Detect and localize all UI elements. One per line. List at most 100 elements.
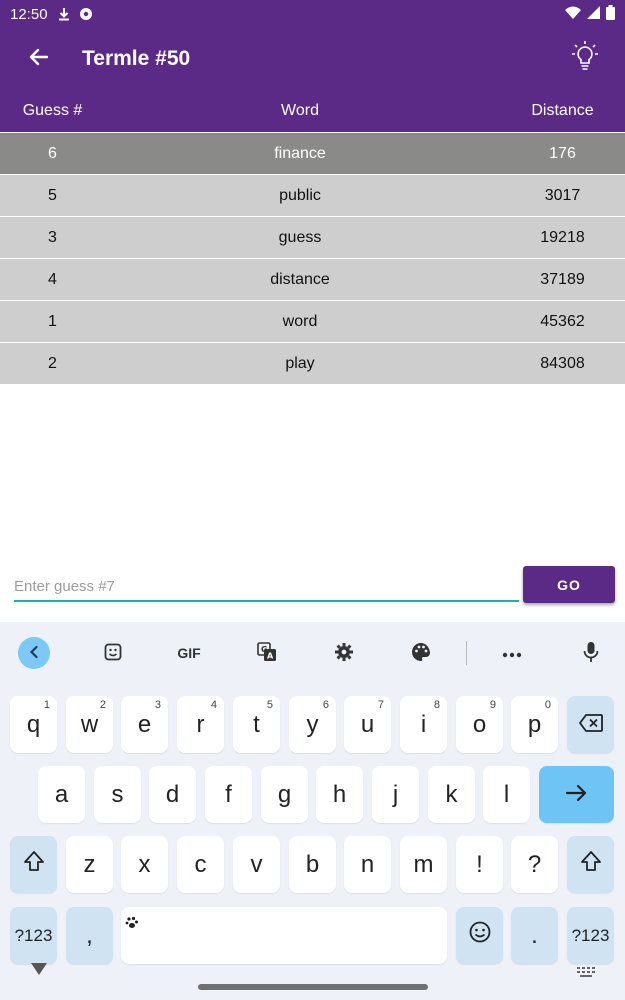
guess-number: 5 — [48, 186, 57, 204]
key-question[interactable]: ? — [511, 836, 558, 893]
svg-text:A: A — [267, 651, 274, 660]
key-number: 7 — [377, 699, 384, 711]
battery-icon — [606, 4, 615, 24]
key-j[interactable]: j — [372, 766, 419, 823]
guess-input[interactable] — [14, 572, 519, 600]
guess-distance: 84308 — [540, 354, 585, 372]
key-w[interactable]: w2 — [66, 696, 113, 753]
guess-word: play — [285, 354, 315, 372]
gesture-nav-handle[interactable] — [198, 984, 428, 990]
lightbulb-icon — [572, 40, 598, 78]
key-f[interactable]: f — [205, 766, 252, 823]
key-letter: p — [527, 710, 542, 738]
gear-icon — [334, 642, 354, 665]
key-letter: q — [26, 710, 41, 738]
guess-distance: 45362 — [540, 312, 585, 330]
key-i[interactable]: i8 — [400, 696, 447, 753]
status-bar: 12:50 — [0, 0, 625, 28]
guess-number: 2 — [48, 354, 57, 372]
arrow-right-icon — [565, 781, 589, 809]
key-s[interactable]: s — [94, 766, 141, 823]
go-button[interactable]: GO — [523, 566, 615, 603]
status-right-icons — [565, 4, 615, 24]
symbols-key-right[interactable]: ?123 — [567, 907, 614, 964]
key-number: 3 — [154, 699, 161, 711]
header-word: Word — [281, 102, 319, 119]
hint-button[interactable] — [567, 39, 603, 79]
guess-word: public — [279, 186, 321, 204]
collapse-toolbar-button[interactable] — [18, 637, 50, 669]
sticker-icon — [104, 643, 122, 664]
gif-button[interactable]: GIF — [171, 636, 207, 670]
signal-icon — [587, 5, 600, 23]
sticker-button[interactable] — [95, 636, 131, 670]
keyboard-hide-icon[interactable] — [30, 962, 48, 981]
key-t[interactable]: t5 — [233, 696, 280, 753]
table-row: 1 word 45362 — [0, 300, 625, 342]
key-c[interactable]: c — [177, 836, 224, 893]
table-row: 4 distance 37189 — [0, 258, 625, 300]
guess-word: word — [282, 312, 318, 330]
voice-input-button[interactable] — [573, 636, 609, 670]
more-button[interactable] — [494, 636, 530, 670]
key-letter: i — [420, 710, 427, 738]
header-distance: Distance — [531, 102, 594, 119]
back-button[interactable] — [18, 39, 58, 79]
table-header: Guess # Word Distance — [0, 90, 625, 132]
key-g[interactable]: g — [261, 766, 308, 823]
paw-icon — [125, 909, 139, 937]
key-number: 0 — [544, 699, 551, 711]
backspace-key[interactable] — [567, 696, 614, 753]
key-letter: r — [196, 710, 205, 738]
key-d[interactable]: d — [149, 766, 196, 823]
shift-key-left[interactable] — [10, 836, 57, 893]
shift-icon — [23, 850, 45, 879]
key-z[interactable]: z — [66, 836, 113, 893]
key-q[interactable]: q1 — [10, 696, 57, 753]
soft-keyboard: GIF GA q 1 w 2 e 3 r 4 t 5 y 6 u 7 i 8 o… — [0, 622, 625, 1000]
key-r[interactable]: r4 — [177, 696, 224, 753]
key-number: 9 — [489, 699, 496, 711]
space-key[interactable] — [121, 907, 447, 964]
key-e[interactable]: e3 — [121, 696, 168, 753]
key-number: 4 — [210, 699, 217, 711]
emoji-key[interactable] — [456, 907, 503, 964]
microphone-icon — [583, 641, 599, 666]
key-exclamation[interactable]: ! — [456, 836, 503, 893]
app-bar: Termle #50 — [0, 28, 625, 90]
key-x[interactable]: x — [121, 836, 168, 893]
media-icon — [78, 6, 94, 22]
guess-number: 6 — [48, 144, 57, 162]
keyboard-toolbar: GIF GA — [0, 622, 625, 684]
key-k[interactable]: k — [428, 766, 475, 823]
key-number: 8 — [433, 699, 440, 711]
download-icon — [56, 6, 72, 22]
key-letter: y — [306, 710, 319, 738]
keyboard-switch-icon[interactable] — [577, 964, 595, 982]
key-m[interactable]: m — [400, 836, 447, 893]
key-o[interactable]: o9 — [456, 696, 503, 753]
key-period[interactable]: . — [511, 907, 558, 964]
key-l[interactable]: l — [483, 766, 530, 823]
key-h[interactable]: h — [316, 766, 363, 823]
key-number: 1 — [43, 699, 50, 711]
shift-key-right[interactable] — [567, 836, 614, 893]
guess-distance: 19218 — [540, 228, 585, 246]
key-u[interactable]: u7 — [344, 696, 391, 753]
key-number: 2 — [99, 699, 106, 711]
enter-key[interactable] — [539, 766, 614, 823]
key-comma[interactable]: , — [66, 907, 113, 964]
guess-distance: 37189 — [540, 270, 585, 288]
key-n[interactable]: n — [344, 836, 391, 893]
translate-button[interactable]: GA — [249, 636, 285, 670]
theme-button[interactable] — [403, 636, 439, 670]
key-p[interactable]: p0 — [511, 696, 558, 753]
settings-button[interactable] — [326, 636, 362, 670]
key-a[interactable]: a — [38, 766, 85, 823]
key-v[interactable]: v — [233, 836, 280, 893]
guess-distance: 176 — [549, 144, 576, 162]
key-b[interactable]: b — [289, 836, 336, 893]
key-y[interactable]: y6 — [289, 696, 336, 753]
symbols-key-left[interactable]: ?123 — [10, 907, 57, 964]
key-letter: t — [253, 710, 260, 738]
